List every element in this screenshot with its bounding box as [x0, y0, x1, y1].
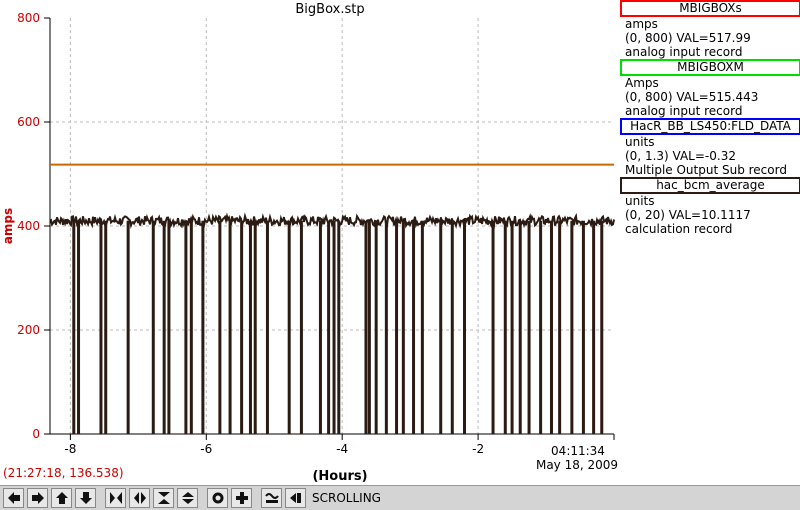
arrow-down-icon[interactable] [75, 488, 96, 508]
legend-record-type: analog input record [625, 104, 743, 118]
x-tick-label: -4 [336, 442, 348, 456]
legend-range-value: (0, 800) VAL=515.443 [625, 90, 759, 104]
legend-range-value: (0, 20) VAL=10.1117 [625, 208, 751, 222]
legend-record-type: analog input record [625, 45, 743, 59]
legend-entry-mbigboxs[interactable]: MBIGBOXs amps (0, 800) VAL=517.99 analog… [619, 0, 800, 59]
current-date: May 18, 2009 [535, 458, 619, 472]
x-axis-label: (Hours) [312, 469, 368, 484]
legend-name-box[interactable]: hac_bcm_average [620, 177, 800, 194]
y-tick-label: 200 [17, 323, 40, 337]
x-tick-label: -6 [200, 442, 212, 456]
back-icon[interactable] [285, 488, 306, 508]
legend-range-value: (0, 1.3) VAL=-0.32 [625, 149, 736, 163]
legend-units: amps [625, 17, 658, 31]
compress-vertical-icon[interactable] [153, 488, 174, 508]
cursor-readout: (21:27:18, 136.538) [3, 466, 124, 480]
legend-units: units [625, 135, 655, 149]
legend-entry-fld-data[interactable]: HacR_BB_LS450:FLD_DATA units (0, 1.3) VA… [619, 118, 800, 177]
legend-range-value: (0, 800) VAL=517.99 [625, 31, 751, 45]
x-tick-label: -2 [472, 442, 484, 456]
arrow-up-icon[interactable] [51, 488, 72, 508]
toolbar: SCROLLING [0, 485, 800, 510]
legend-record-type: calculation record [625, 222, 733, 236]
y-tick-label: 600 [17, 115, 40, 129]
x-tick-label: -8 [64, 442, 76, 456]
expand-horizontal-icon[interactable] [105, 488, 126, 508]
legend-entry-mbigboxm[interactable]: MBIGBOXM Amps (0, 800) VAL=515.443 analo… [619, 59, 800, 118]
zoom-in-icon[interactable] [231, 488, 252, 508]
legend-name-box[interactable]: HacR_BB_LS450:FLD_DATA [620, 118, 800, 135]
y-tick-label: 400 [17, 219, 40, 233]
legend-record-type: Multiple Output Sub record [625, 163, 787, 177]
arrow-left-icon[interactable] [3, 488, 24, 508]
y-tick-label: 800 [17, 11, 40, 25]
zoom-out-icon[interactable] [207, 488, 228, 508]
legend-entry-bcm-average[interactable]: hac_bcm_average units (0, 20) VAL=10.111… [619, 177, 800, 236]
y-tick-label: 0 [32, 427, 40, 441]
legend-name-box[interactable]: MBIGBOXM [620, 59, 800, 76]
scroll-status: SCROLLING [312, 491, 381, 505]
legend-units: Amps [625, 76, 659, 90]
legend: MBIGBOXs amps (0, 800) VAL=517.99 analog… [619, 0, 800, 236]
y-axis-label: amps [1, 208, 15, 244]
expand-vertical-icon[interactable] [177, 488, 198, 508]
current-time: 04:11:34 [551, 444, 605, 458]
arrow-right-icon[interactable] [27, 488, 48, 508]
compress-horizontal-icon[interactable] [129, 488, 150, 508]
auto-scale-icon[interactable] [261, 488, 282, 508]
legend-units: units [625, 194, 655, 208]
legend-name-box[interactable]: MBIGBOXs [620, 0, 800, 17]
